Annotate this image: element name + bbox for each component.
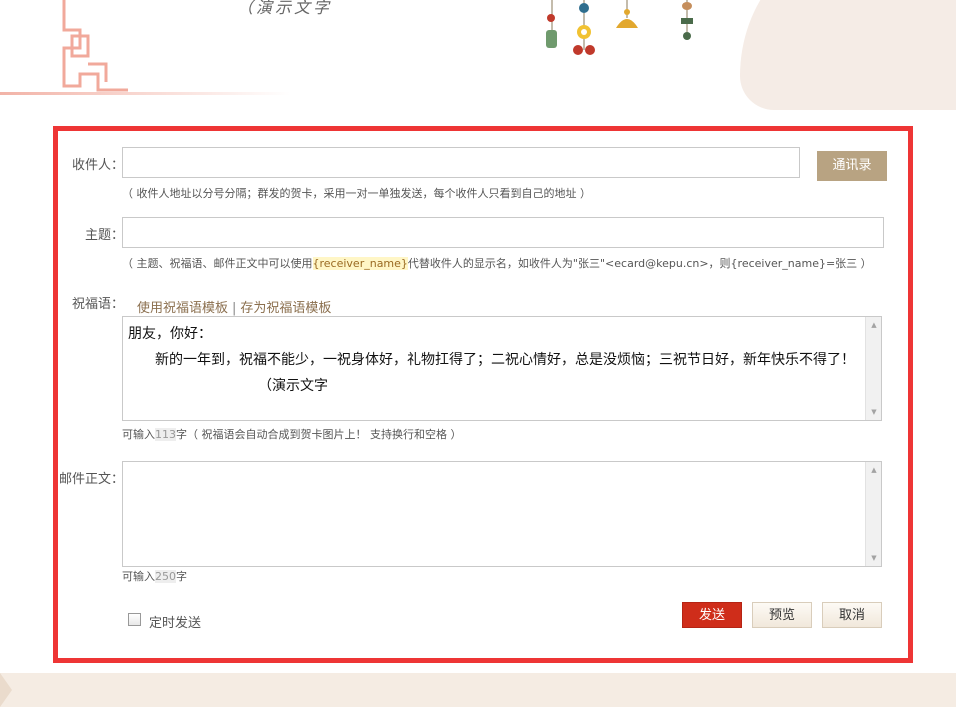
mail-body-counter: 可输入250字 <box>122 568 187 584</box>
mail-body-scrollbar[interactable]: ▲ ▼ <box>865 462 881 566</box>
greeting-counter-prefix: 可输入 <box>122 428 155 441</box>
scroll-down-arrow-icon[interactable]: ▼ <box>866 551 881 565</box>
footer-arrow-decoration <box>0 673 12 707</box>
scroll-up-arrow-icon[interactable]: ▲ <box>866 318 881 332</box>
banner-curl-decoration <box>740 0 956 110</box>
subject-hint-suffix: 代替收件人的显示名，如收件人为"张三"<ecard@kepu.cn>，则{rec… <box>407 257 872 270</box>
hanging-ornaments-icon <box>546 0 693 55</box>
use-greeting-template-link[interactable]: 使用祝福语模板 <box>137 301 228 316</box>
greeting-scrollbar[interactable]: ▲ ▼ <box>865 317 881 420</box>
send-button[interactable]: 发送 <box>682 602 742 628</box>
cancel-button[interactable]: 取消 <box>822 602 882 628</box>
recipient-hint: （ 收件人地址以分号分隔；群发的贺卡，采用一对一单独发送，每个收件人只看到自己的… <box>122 187 591 200</box>
recipient-input[interactable] <box>122 147 800 178</box>
greeting-line-1: 朋友，你好： <box>128 326 212 342</box>
banner-demo-text: （演示文字 <box>237 0 333 17</box>
mail-body-textarea[interactable]: ▲ ▼ <box>122 461 882 567</box>
greeting-counter-suffix: 字（ 祝福语会自动合成到贺卡图片上！ 支持换行和空格 ） <box>176 428 462 441</box>
greeting-template-links: 使用祝福语模板 | 存为祝福语模板 <box>137 297 331 316</box>
mail-body-label: 邮件正文： <box>58 472 124 487</box>
greeting-counter-value: 113 <box>155 428 176 441</box>
chinese-fret-corner-icon <box>62 0 128 92</box>
greeting-line-2: 新的一年到，祝福不能少，一祝身体好，礼物扛得了；二祝心情好，总是没烦恼；三祝节日… <box>155 352 855 368</box>
subject-label: 主题： <box>84 228 124 243</box>
recipient-label: 收件人： <box>71 158 124 173</box>
subject-input[interactable] <box>122 217 884 248</box>
header-banner: （演示文字 <box>0 0 956 115</box>
mail-body-counter-prefix: 可输入 <box>122 570 155 583</box>
ecard-send-form: 收件人： 通讯录 （ 收件人地址以分号分隔；群发的贺卡，采用一对一单独发送，每个… <box>53 126 913 663</box>
template-link-separator: | <box>232 301 237 316</box>
subject-hint-prefix: （ 主题、祝福语、邮件正文中可以使用 <box>122 257 313 270</box>
preview-button[interactable]: 预览 <box>752 602 812 628</box>
greeting-line-3: （演示文字 <box>258 378 328 394</box>
greeting-counter: 可输入113字（ 祝福语会自动合成到贺卡图片上！ 支持换行和空格 ） <box>122 426 462 442</box>
save-greeting-template-link[interactable]: 存为祝福语模板 <box>240 301 331 316</box>
scheduled-send-label: 定时发送 <box>149 616 202 631</box>
scroll-down-arrow-icon[interactable]: ▼ <box>866 405 881 419</box>
subject-hint: （ 主题、祝福语、邮件正文中可以使用{receiver_name}代替收件人的显… <box>122 255 872 271</box>
contacts-button[interactable]: 通讯录 <box>817 151 887 181</box>
footer-band <box>0 673 956 707</box>
scheduled-send-checkbox[interactable] <box>128 613 141 626</box>
scroll-up-arrow-icon[interactable]: ▲ <box>866 463 881 477</box>
greeting-text: 朋友，你好： 新的一年到，祝福不能少，一祝身体好，礼物扛得了；二祝心情好，总是没… <box>128 321 865 399</box>
receiver-name-token: {receiver_name} <box>312 257 408 270</box>
mail-body-counter-value: 250 <box>155 570 176 583</box>
banner-divider-line <box>0 92 290 95</box>
greeting-label: 祝福语： <box>71 297 124 312</box>
greeting-textarea[interactable]: 朋友，你好： 新的一年到，祝福不能少，一祝身体好，礼物扛得了；二祝心情好，总是没… <box>122 316 882 421</box>
mail-body-counter-suffix: 字 <box>176 570 187 583</box>
